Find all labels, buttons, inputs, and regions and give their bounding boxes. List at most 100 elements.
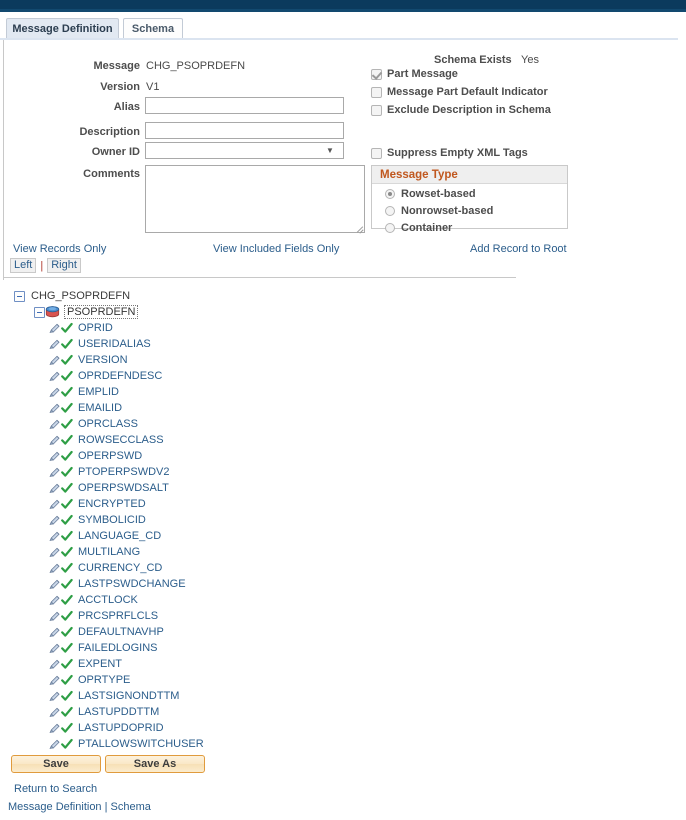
align-right-button[interactable]: Right — [47, 258, 81, 273]
included-check-icon[interactable] — [61, 418, 73, 431]
tree-field-node[interactable]: OPRID — [0, 320, 400, 336]
included-check-icon[interactable] — [61, 466, 73, 479]
footer-message-definition-link[interactable]: Message Definition — [8, 801, 102, 813]
edit-pencil-icon[interactable] — [48, 674, 61, 687]
tree-field-node[interactable]: LASTUPDDTTM — [0, 704, 400, 720]
container-radio[interactable] — [385, 222, 395, 233]
included-check-icon[interactable] — [61, 434, 73, 447]
message-type-option-container[interactable]: Container — [372, 220, 567, 235]
save-as-button[interactable]: Save As — [105, 755, 205, 773]
tree-field-label[interactable]: ROWSECCLASS — [78, 434, 164, 446]
description-input[interactable] — [145, 122, 344, 139]
tree-field-label[interactable]: LANGUAGE_CD — [78, 530, 161, 542]
included-check-icon[interactable] — [61, 690, 73, 703]
edit-pencil-icon[interactable] — [48, 514, 61, 527]
tree-field-label[interactable]: OPRDEFNDESC — [78, 370, 162, 382]
tree-field-node[interactable]: USERIDALIAS — [0, 336, 400, 352]
tree-field-node[interactable]: ENCRYPTED — [0, 496, 400, 512]
included-check-icon[interactable] — [61, 642, 73, 655]
return-to-search-link[interactable]: Return to Search — [14, 783, 97, 795]
included-check-icon[interactable] — [61, 722, 73, 735]
tree-field-label[interactable]: CURRENCY_CD — [78, 562, 162, 574]
tree-field-node[interactable]: MULTILANG — [0, 544, 400, 560]
alias-input[interactable] — [145, 97, 344, 114]
edit-pencil-icon[interactable] — [48, 322, 61, 335]
edit-pencil-icon[interactable] — [48, 642, 61, 655]
tree-field-label[interactable]: OPRID — [78, 322, 113, 334]
part-message-row[interactable]: Part Message — [371, 68, 458, 80]
align-left-button[interactable]: Left — [10, 258, 37, 273]
view-records-only-link[interactable]: View Records Only — [13, 243, 106, 255]
tree-field-node[interactable]: VERSION — [0, 352, 400, 368]
tree-field-node[interactable]: PTOPERPSWDV2 — [0, 464, 400, 480]
tree-field-node[interactable]: ROWSECCLASS — [0, 432, 400, 448]
tree-field-node[interactable]: OPRCLASS — [0, 416, 400, 432]
save-button[interactable]: Save — [11, 755, 101, 773]
tree-field-label[interactable]: PTOPERPSWDV2 — [78, 466, 170, 478]
message-part-default-indicator-row[interactable]: Message Part Default Indicator — [371, 86, 548, 98]
footer-schema-link[interactable]: Schema — [111, 801, 151, 813]
collapse-record-icon[interactable] — [34, 306, 45, 318]
edit-pencil-icon[interactable] — [48, 706, 61, 719]
tab-message-definition[interactable]: Message Definition — [6, 18, 119, 38]
tree-field-label[interactable]: MULTILANG — [78, 546, 140, 558]
tree-field-label[interactable]: EMAILID — [78, 402, 122, 414]
tree-field-label[interactable]: ENCRYPTED — [78, 498, 146, 510]
tree-field-label[interactable]: SYMBOLICID — [78, 514, 146, 526]
message-part-default-indicator-checkbox[interactable] — [371, 87, 382, 98]
edit-pencil-icon[interactable] — [48, 402, 61, 415]
included-check-icon[interactable] — [61, 626, 73, 639]
tree-field-label[interactable]: EMPLID — [78, 386, 119, 398]
edit-pencil-icon[interactable] — [48, 578, 61, 591]
tree-field-node[interactable]: LASTPSWDCHANGE — [0, 576, 400, 592]
included-check-icon[interactable] — [61, 322, 73, 335]
tree-field-node[interactable]: OPERPSWD — [0, 448, 400, 464]
tab-schema[interactable]: Schema — [123, 18, 183, 38]
edit-pencil-icon[interactable] — [48, 722, 61, 735]
edit-pencil-icon[interactable] — [48, 434, 61, 447]
included-check-icon[interactable] — [61, 546, 73, 559]
edit-pencil-icon[interactable] — [48, 658, 61, 671]
tree-record-node[interactable]: PSOPRDEFN — [0, 304, 400, 320]
edit-pencil-icon[interactable] — [48, 354, 61, 367]
edit-pencil-icon[interactable] — [48, 370, 61, 383]
edit-pencil-icon[interactable] — [48, 450, 61, 463]
included-check-icon[interactable] — [61, 594, 73, 607]
tree-field-node[interactable]: FAILEDLOGINS — [0, 640, 400, 656]
edit-pencil-icon[interactable] — [48, 562, 61, 575]
tree-field-node[interactable]: OPERPSWDSALT — [0, 480, 400, 496]
tree-field-label[interactable]: DEFAULTNAVHP — [78, 626, 164, 638]
included-check-icon[interactable] — [61, 658, 73, 671]
edit-pencil-icon[interactable] — [48, 738, 61, 751]
tree-field-node[interactable]: LANGUAGE_CD — [0, 528, 400, 544]
tree-root-node[interactable]: CHG_PSOPRDEFN — [0, 288, 400, 304]
included-check-icon[interactable] — [61, 354, 73, 367]
add-record-to-root-link[interactable]: Add Record to Root — [470, 243, 567, 255]
tree-field-node[interactable]: ACCTLOCK — [0, 592, 400, 608]
tree-field-label[interactable]: OPRCLASS — [78, 418, 138, 430]
tree-field-label[interactable]: USERIDALIAS — [78, 338, 151, 350]
included-check-icon[interactable] — [61, 706, 73, 719]
edit-pencil-icon[interactable] — [48, 338, 61, 351]
included-check-icon[interactable] — [61, 386, 73, 399]
rowset-based-radio[interactable] — [385, 188, 395, 199]
tree-field-label[interactable]: LASTUPDOPRID — [78, 722, 164, 734]
included-check-icon[interactable] — [61, 578, 73, 591]
edit-pencil-icon[interactable] — [48, 530, 61, 543]
edit-pencil-icon[interactable] — [48, 466, 61, 479]
tree-field-label[interactable]: LASTPSWDCHANGE — [78, 578, 186, 590]
tree-field-label[interactable]: PTALLOWSWITCHUSER — [78, 738, 204, 750]
tree-field-label[interactable]: PRCSPRFLCLS — [78, 610, 158, 622]
tree-field-label[interactable]: LASTUPDDTTM — [78, 706, 159, 718]
edit-pencil-icon[interactable] — [48, 498, 61, 511]
included-check-icon[interactable] — [61, 610, 73, 623]
included-check-icon[interactable] — [61, 338, 73, 351]
tree-field-node[interactable]: EMPLID — [0, 384, 400, 400]
tree-field-label[interactable]: ACCTLOCK — [78, 594, 138, 606]
included-check-icon[interactable] — [61, 402, 73, 415]
tree-field-label[interactable]: OPERPSWD — [78, 450, 142, 462]
tree-field-label[interactable]: EXPENT — [78, 658, 122, 670]
view-included-fields-only-link[interactable]: View Included Fields Only — [213, 243, 339, 255]
tree-field-node[interactable]: PRCSPRFLCLS — [0, 608, 400, 624]
tree-field-node[interactable]: EMAILID — [0, 400, 400, 416]
